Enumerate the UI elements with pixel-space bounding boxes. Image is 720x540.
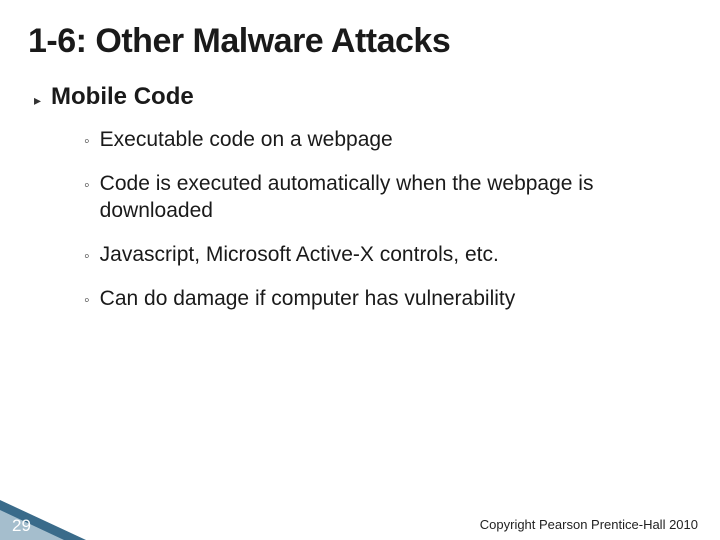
sub-bullet: ◦ Can do damage if computer has vulnerab…: [84, 286, 692, 312]
bullet-main-text: Mobile Code: [51, 83, 194, 111]
copyright-text: Copyright Pearson Prentice-Hall 2010: [480, 517, 698, 532]
page-number: 29: [12, 516, 31, 536]
slide-title: 1-6: Other Malware Attacks: [28, 22, 692, 61]
circle-bullet-icon: ◦: [84, 177, 90, 195]
sub-bullet-text: Can do damage if computer has vulnerabil…: [100, 286, 516, 312]
circle-bullet-icon: ◦: [84, 292, 90, 310]
sub-bullet: ◦ Code is executed automatically when th…: [84, 171, 692, 224]
page-number-decor: 29: [0, 500, 90, 540]
sub-bullet: ◦ Javascript, Microsoft Active-X control…: [84, 242, 692, 268]
sub-bullet-text: Code is executed automatically when the …: [100, 171, 692, 224]
triangle-light-icon: [0, 510, 64, 540]
sub-bullet-list: ◦ Executable code on a webpage ◦ Code is…: [28, 127, 692, 312]
triangle-bullet-icon: ▸: [34, 92, 41, 109]
sub-bullet-text: Executable code on a webpage: [100, 127, 393, 153]
sub-bullet: ◦ Executable code on a webpage: [84, 127, 692, 153]
bullet-main: ▸ Mobile Code: [28, 83, 692, 111]
circle-bullet-icon: ◦: [84, 248, 90, 266]
sub-bullet-text: Javascript, Microsoft Active-X controls,…: [100, 242, 499, 268]
circle-bullet-icon: ◦: [84, 133, 90, 151]
slide: 1-6: Other Malware Attacks ▸ Mobile Code…: [0, 0, 720, 540]
